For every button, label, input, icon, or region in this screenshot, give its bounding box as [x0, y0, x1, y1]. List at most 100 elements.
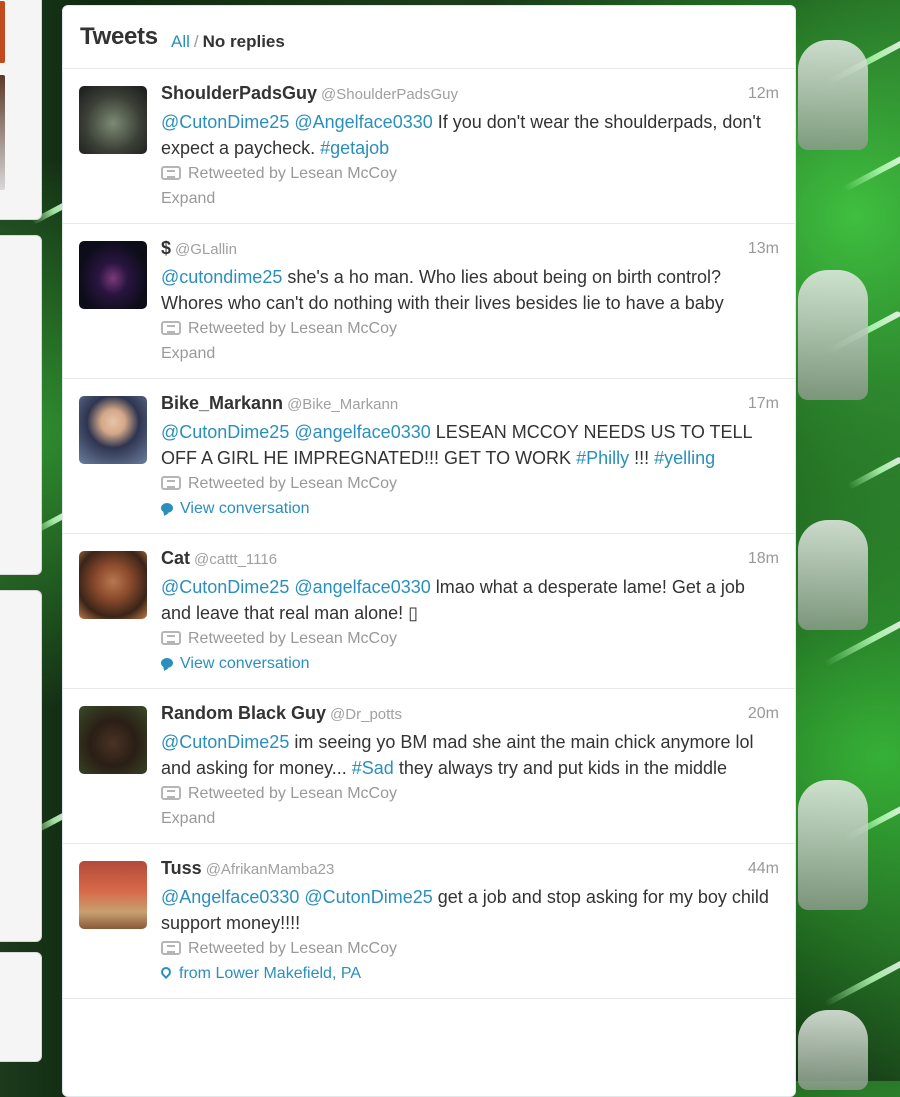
avatar[interactable] — [79, 861, 147, 929]
filter-separator: / — [193, 32, 199, 51]
mention-link[interactable]: @CutonDime25 — [161, 112, 289, 132]
avatar[interactable] — [79, 551, 147, 619]
left-thumb-image — [0, 1, 5, 63]
tweet-action-label[interactable]: from Lower Makefield, PA — [179, 965, 361, 982]
mention-link[interactable]: @CutonDime25 — [161, 422, 289, 442]
mention-link[interactable]: @cutondime25 — [161, 267, 282, 287]
tweet-action-label[interactable]: Expand — [161, 190, 215, 207]
retweet-context: Retweeted by Lesean McCoy — [161, 161, 779, 186]
speech-bubble-icon — [161, 658, 173, 668]
retweeted-by-label[interactable]: Retweeted by Lesean McCoy — [188, 630, 397, 647]
retweeted-by-label[interactable]: Retweeted by Lesean McCoy — [188, 165, 397, 182]
mention-link[interactable]: @CutonDime25 — [161, 732, 289, 752]
tweet-text: @CutonDime25 @angelface0330 lmao what a … — [161, 575, 779, 626]
mention-link[interactable]: @angelface0330 — [294, 422, 430, 442]
tweet-timestamp[interactable]: 18m — [748, 550, 779, 568]
tweet-timestamp[interactable]: 17m — [748, 395, 779, 413]
tweet-author-name[interactable]: Tuss — [161, 858, 202, 878]
tweet-timestamp[interactable]: 13m — [748, 240, 779, 258]
tweet-header: $ @GLallin 13m — [161, 238, 779, 264]
tweet-location-link[interactable]: from Lower Makefield, PA — [158, 961, 779, 986]
mention-link[interactable]: @CutonDime25 — [304, 887, 432, 907]
retweeted-by-label[interactable]: Retweeted by Lesean McCoy — [188, 785, 397, 802]
tweet-header: Random Black Guy @Dr_potts 20m — [161, 703, 779, 729]
tweet-author-handle[interactable]: @ShoulderPadsGuy — [321, 86, 458, 103]
mention-link[interactable]: @Angelface0330 — [161, 887, 299, 907]
tweet-author-handle[interactable]: @cattt_1116 — [194, 551, 277, 568]
tweet-author-handle[interactable]: @Bike_Markann — [287, 396, 398, 413]
filter-no-replies-link[interactable]: No replies — [203, 32, 285, 51]
tweet-timestamp[interactable]: 20m — [748, 705, 779, 723]
speech-bubble-icon — [161, 503, 173, 513]
retweeted-by-label[interactable]: Retweeted by Lesean McCoy — [188, 320, 397, 337]
tweet-text: @CutonDime25 @angelface0330 LESEAN MCCOY… — [161, 420, 779, 471]
retweeted-by-label[interactable]: Retweeted by Lesean McCoy — [188, 475, 397, 492]
tweet-timestamp[interactable]: 12m — [748, 85, 779, 103]
tweet-author-name[interactable]: Random Black Guy — [161, 703, 326, 723]
tweet-header: Tuss @AfrikanMamba23 44m — [161, 858, 779, 884]
retweet-icon — [161, 786, 181, 800]
mention-link[interactable]: @angelface0330 — [294, 577, 430, 597]
tweets-timeline: Tweets All / No replies ShoulderPadsGuy @Sh… — [62, 5, 796, 1097]
avatar[interactable] — [79, 86, 147, 154]
tweet-timestamp[interactable]: 44m — [748, 860, 779, 878]
tweet-item[interactable]: $ @GLallin 13m @cutondime25 she's a ho ma… — [63, 224, 795, 379]
filter-all-link[interactable]: All — [171, 32, 190, 51]
expand-link[interactable]: Expand — [161, 186, 779, 211]
page-title: Tweets — [80, 23, 158, 50]
tweet-item[interactable]: Random Black Guy @Dr_potts 20m @CutonDime… — [63, 689, 795, 844]
avatar[interactable] — [79, 396, 147, 464]
tweet-action-label[interactable]: View conversation — [180, 655, 310, 672]
tweet-text: @cutondime25 she's a ho man. Who lies ab… — [161, 265, 779, 316]
tweet-text: @CutonDime25 @Angelface0330 If you don't… — [161, 110, 779, 161]
left-profile-panel — [0, 0, 42, 220]
tweet-author-name[interactable]: Bike_Markann — [161, 393, 283, 413]
tweet-item[interactable]: Tuss @AfrikanMamba23 44m @Angelface0330 @… — [63, 844, 795, 999]
retweet-context: Retweeted by Lesean McCoy — [161, 471, 779, 496]
tweet-item[interactable]: ShoulderPadsGuy @ShoulderPadsGuy 12m @Cut… — [63, 69, 795, 224]
view-conversation-link[interactable]: View conversation — [161, 496, 779, 521]
tweet-text: @CutonDime25 im seeing yo BM mad she ain… — [161, 730, 779, 781]
mention-link[interactable]: @Angelface0330 — [294, 112, 432, 132]
retweet-icon — [161, 941, 181, 955]
timeline-header: Tweets All / No replies — [63, 6, 795, 69]
tweet-header: Cat @cattt_1116 18m — [161, 548, 779, 574]
tweet-action-label[interactable]: Expand — [161, 810, 215, 827]
hashtag-link[interactable]: #yelling — [654, 448, 715, 468]
expand-link[interactable]: Expand — [161, 806, 779, 831]
tweet-action-label[interactable]: View conversation — [180, 500, 310, 517]
tweet-item[interactable]: Bike_Markann @Bike_Markann 17m @CutonDime… — [63, 379, 795, 534]
retweet-context: Retweeted by Lesean McCoy — [161, 936, 779, 961]
view-conversation-link[interactable]: View conversation — [161, 651, 779, 676]
left-trends-panel — [0, 590, 42, 942]
map-pin-icon — [158, 964, 174, 980]
retweet-icon — [161, 321, 181, 335]
tweet-header: Bike_Markann @Bike_Markann 17m — [161, 393, 779, 419]
retweet-context: Retweeted by Lesean McCoy — [161, 626, 779, 651]
tweet-author-name[interactable]: ShoulderPadsGuy — [161, 83, 317, 103]
tweet-action-label[interactable]: Expand — [161, 345, 215, 362]
expand-link[interactable]: Expand — [161, 341, 779, 366]
retweet-icon — [161, 631, 181, 645]
tweet-author-handle[interactable]: @AfrikanMamba23 — [206, 861, 335, 878]
tweet-author-handle[interactable]: @Dr_potts — [330, 706, 402, 723]
avatar[interactable] — [79, 706, 147, 774]
hashtag-link[interactable]: #Philly — [576, 448, 629, 468]
tweet-text: @Angelface0330 @CutonDime25 get a job an… — [161, 885, 779, 936]
retweet-icon — [161, 476, 181, 490]
hashtag-link[interactable]: #Sad — [352, 758, 394, 778]
retweet-context: Retweeted by Lesean McCoy — [161, 316, 779, 341]
tweet-text-segment: !!! — [629, 447, 655, 468]
tweet-text-segment: they always try and put kids in the midd… — [393, 757, 727, 778]
left-suggestions-panel: × × × — [0, 235, 42, 575]
tweet-header: ShoulderPadsGuy @ShoulderPadsGuy 12m — [161, 83, 779, 109]
left-thumb-image — [0, 75, 5, 190]
tweet-item[interactable]: Cat @cattt_1116 18m @CutonDime25 @angelfa… — [63, 534, 795, 689]
mention-link[interactable]: @CutonDime25 — [161, 577, 289, 597]
avatar[interactable] — [79, 241, 147, 309]
tweet-author-handle[interactable]: @GLallin — [175, 241, 237, 258]
hashtag-link[interactable]: #getajob — [320, 138, 389, 158]
tweet-author-name[interactable]: $ — [161, 238, 171, 258]
tweet-author-name[interactable]: Cat — [161, 548, 190, 568]
retweeted-by-label[interactable]: Retweeted by Lesean McCoy — [188, 940, 397, 957]
